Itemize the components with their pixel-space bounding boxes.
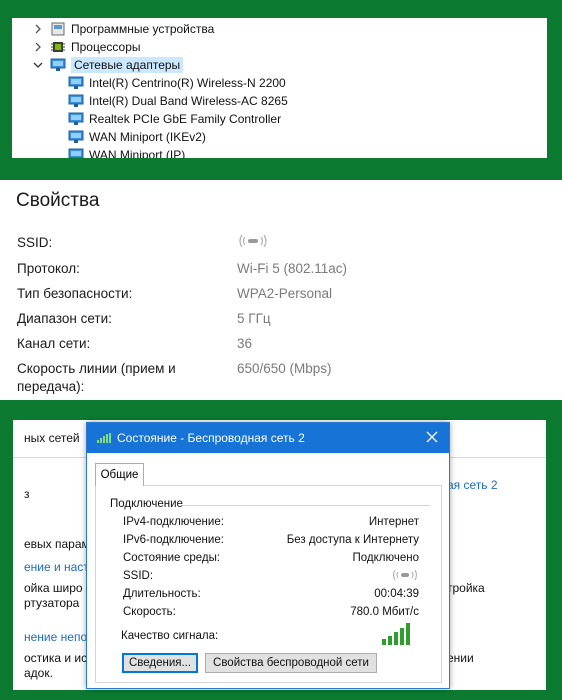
- hidden-ssid-icon: [237, 232, 269, 255]
- chevron-right-icon[interactable]: [32, 41, 44, 53]
- tree-item-label: Программные устройства: [71, 22, 215, 36]
- status-label: Состояние среды:: [123, 552, 221, 564]
- adapter-item[interactable]: Intel(R) Centrino(R) Wireless-N 2200: [68, 74, 286, 92]
- page-title: Свойства: [16, 190, 100, 211]
- close-icon[interactable]: [424, 429, 440, 445]
- adapter-label: Intel(R) Centrino(R) Wireless-N 2200: [89, 76, 286, 90]
- dialog-titlebar[interactable]: Состояние - Беспроводная сеть 2: [87, 423, 449, 453]
- adapter-label: Intel(R) Dual Band Wireless-AC 8265: [89, 94, 288, 108]
- prop-label: Скорость линии (прием и передача):: [17, 361, 176, 394]
- tree-item-network-adapters[interactable]: Сетевые адаптеры: [32, 56, 184, 74]
- prop-label: Диапазон сети:: [17, 311, 112, 326]
- adapter-label: WAN Miniport (IP): [89, 148, 186, 158]
- network-adapter-icon: [68, 112, 84, 126]
- prop-value: WPA2-Personal: [237, 286, 333, 301]
- network-adapter-icon: [50, 58, 66, 72]
- prop-value: 5 ГГц: [237, 311, 271, 326]
- status-value: Подключено: [352, 552, 420, 564]
- tree-item-label: Сетевые адаптеры: [71, 57, 184, 73]
- prop-label: Канал сети:: [17, 336, 91, 351]
- adapter-item[interactable]: Realtek PCIe GbE Family Controller: [68, 110, 281, 128]
- network-adapter-icon: [68, 148, 84, 158]
- tab-panel: Подключение IPv4-подключение: Интернет I…: [95, 485, 442, 683]
- background-text: адок.: [24, 666, 53, 680]
- tree-item-software-devices[interactable]: Программные устройства: [32, 20, 214, 38]
- prop-value: Wi-Fi 5 (802.11ac): [237, 261, 348, 276]
- wireless-properties-button[interactable]: Свойства беспроводной сети: [205, 653, 377, 673]
- chevron-right-icon[interactable]: [32, 23, 44, 35]
- adapter-item[interactable]: Intel(R) Dual Band Wireless-AC 8265: [68, 92, 288, 110]
- dialog-body: Общие Подключение IPv4-подключение: Инте…: [93, 459, 443, 683]
- signal-label: Качество сигнала:: [121, 630, 219, 642]
- prop-label: SSID:: [17, 235, 53, 250]
- adapter-label: WAN Miniport (IKEv2): [89, 130, 206, 144]
- network-adapter-icon: [68, 76, 84, 90]
- tab-general[interactable]: Общие: [95, 463, 144, 486]
- adapter-item[interactable]: WAN Miniport (IP): [68, 146, 185, 158]
- hidden-ssid-icon: [391, 568, 419, 585]
- prop-value: 650/650 (Mbps): [237, 361, 332, 376]
- details-button[interactable]: Сведения...: [122, 653, 198, 673]
- background-text: остика и ис: [24, 651, 88, 665]
- prop-value: 36: [237, 336, 253, 351]
- status-label: IPv4-подключение:: [123, 516, 224, 528]
- status-label: SSID:: [123, 570, 154, 582]
- tree-item-label: Процессоры: [71, 40, 141, 54]
- properties-panel: Свойства SSID: Протокол: Wi-Fi 5 (802.11…: [0, 180, 562, 400]
- background-text: тройка: [447, 581, 485, 595]
- background-link[interactable]: нение непо: [24, 630, 87, 644]
- background-text: ойка широ: [24, 581, 83, 595]
- chevron-down-icon[interactable]: [32, 59, 44, 71]
- background-text: евых парам: [24, 537, 90, 551]
- background-link[interactable]: ая сеть 2: [447, 478, 498, 492]
- status-value: 780.0 Мбит/с: [350, 606, 419, 618]
- tree-item-processors[interactable]: Процессоры: [32, 38, 141, 56]
- device-manager-tree: Программные устройства Процессоры Сетевы…: [12, 18, 547, 158]
- background-text: з: [24, 487, 30, 501]
- signal-strength-icon: [381, 622, 413, 649]
- divider: [182, 505, 430, 506]
- status-value: 00:04:39: [374, 588, 419, 600]
- background-text: ных сетей: [24, 431, 80, 445]
- adapter-item[interactable]: WAN Miniport (IKEv2): [68, 128, 206, 146]
- dialog-title: Состояние - Беспроводная сеть 2: [117, 431, 305, 445]
- prop-label: Протокол:: [17, 261, 80, 276]
- status-label: Скорость:: [123, 606, 176, 618]
- status-label: Длительность:: [123, 588, 201, 600]
- adapter-label: Realtek PCIe GbE Family Controller: [89, 112, 282, 126]
- prop-label: Тип безопасности:: [17, 286, 133, 301]
- network-adapter-icon: [68, 130, 84, 144]
- background-link[interactable]: ение и настр: [24, 560, 96, 574]
- background-text: ртузатора: [24, 596, 80, 610]
- background-text: ении: [447, 651, 474, 665]
- group-title: Подключение: [110, 498, 183, 510]
- status-label: IPv6-подключение:: [123, 534, 224, 546]
- processor-icon: [50, 40, 66, 54]
- software-device-icon: [50, 22, 66, 36]
- status-dialog: Состояние - Беспроводная сеть 2 Общие По…: [86, 422, 450, 689]
- status-value: Без доступа к Интернету: [286, 534, 419, 546]
- wifi-signal-icon: [97, 433, 111, 443]
- network-adapter-icon: [68, 94, 84, 108]
- status-value: Интернет: [368, 516, 419, 528]
